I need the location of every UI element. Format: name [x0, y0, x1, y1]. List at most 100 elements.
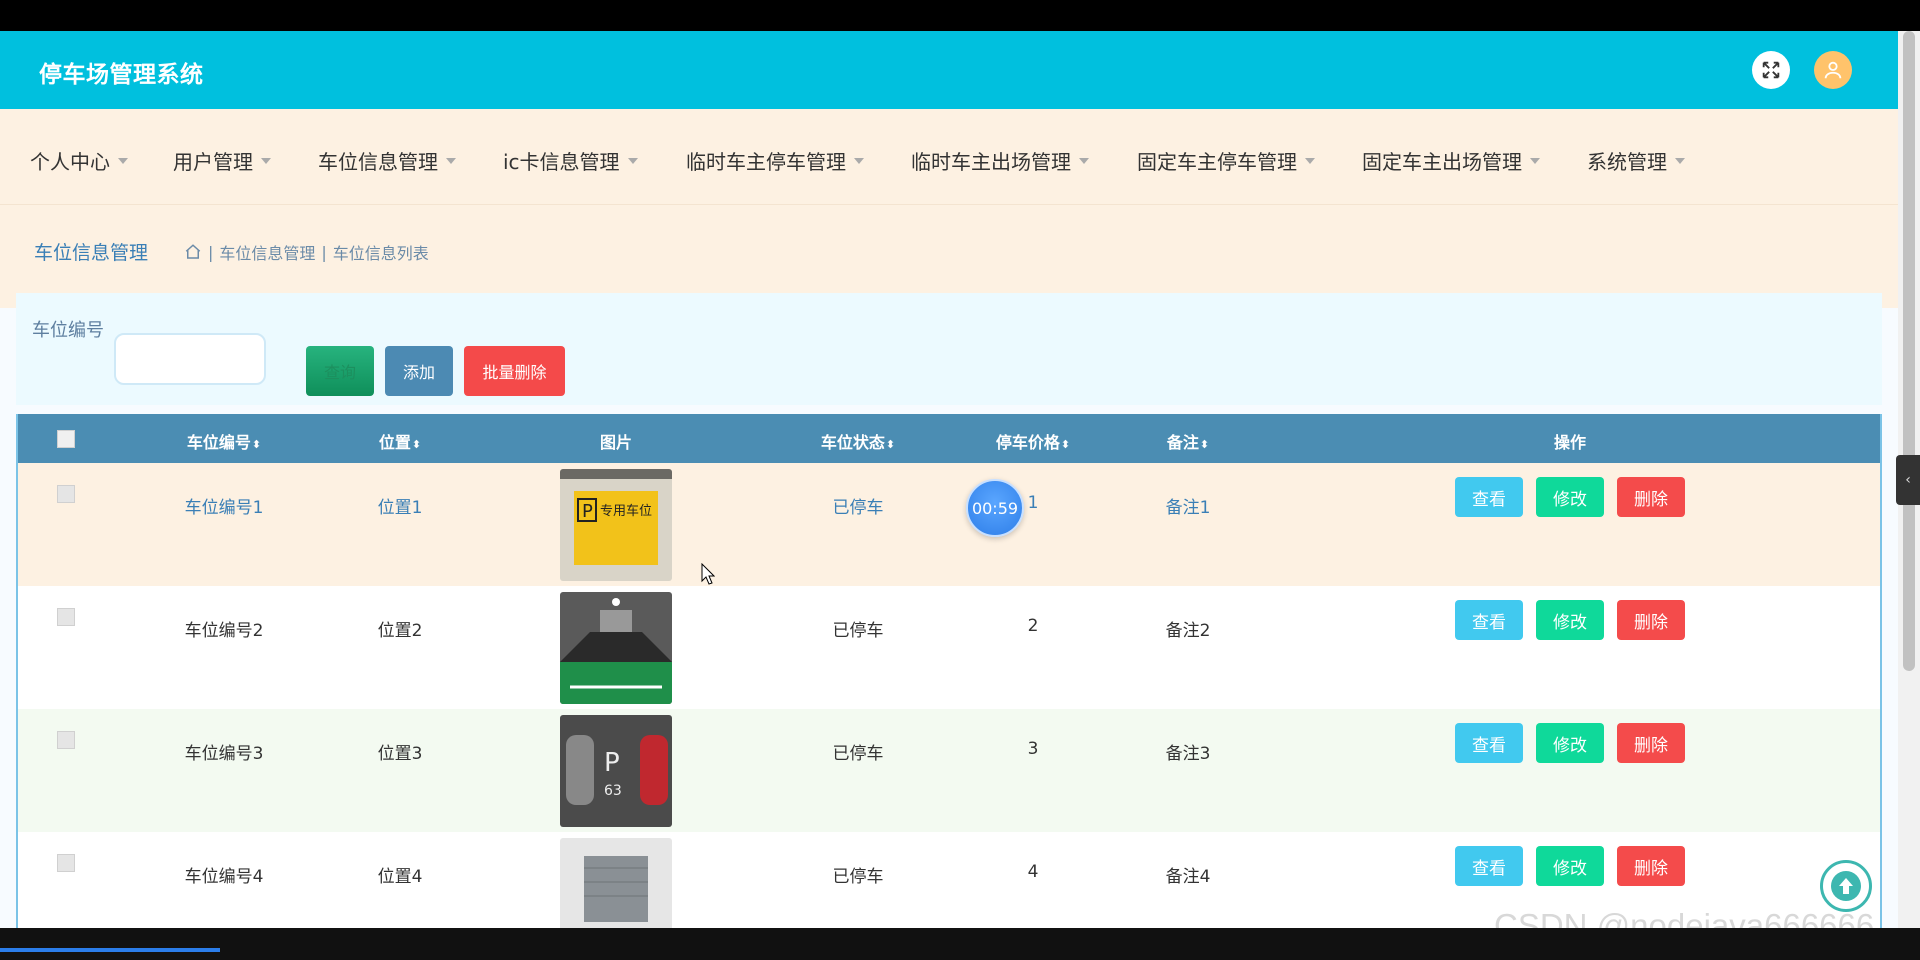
cell-note: 备注3	[1165, 744, 1211, 764]
cell-code: 车位编号2	[184, 621, 264, 641]
mouse-cursor-icon	[701, 563, 715, 585]
cell-image[interactable]	[560, 592, 672, 704]
fullscreen-button[interactable]	[1752, 51, 1790, 89]
delete-button[interactable]: 删除	[1617, 846, 1685, 886]
delete-button[interactable]: 删除	[1617, 600, 1685, 640]
nav-item-label: 车位信息管理	[318, 150, 438, 174]
nav-item-label: 临时车主出场管理	[911, 150, 1071, 174]
nav-item-3[interactable]: ic卡信息管理	[503, 146, 638, 175]
row-checkbox[interactable]	[57, 608, 75, 626]
svg-text:63: 63	[604, 783, 622, 799]
nav-item-label: 系统管理	[1587, 150, 1667, 174]
table-row: 车位编号2 位置2 已停车 2 备注2 查看 修改 删除	[18, 586, 1880, 709]
cell-status: 已停车	[832, 744, 884, 764]
nav-item-4[interactable]: 临时车主停车管理	[686, 146, 864, 175]
breadcrumb-separator: |	[321, 242, 327, 262]
page-title: 车位信息管理	[34, 242, 149, 264]
cell-note: 备注1	[1165, 498, 1211, 518]
cell-code: 车位编号3	[184, 744, 264, 764]
column-header-location[interactable]: 位置⬍	[379, 429, 421, 453]
column-header-note[interactable]: 备注⬍	[1167, 429, 1209, 453]
nav-item-8[interactable]: 系统管理	[1587, 146, 1685, 175]
nav-item-0[interactable]: 个人中心	[30, 146, 128, 175]
chevron-down-icon	[854, 157, 864, 164]
side-panel-toggle[interactable]: ‹	[1896, 455, 1920, 505]
nav-item-6[interactable]: 固定车主停车管理	[1137, 146, 1315, 175]
column-header-image: 图片	[599, 433, 633, 452]
cell-image[interactable]: P 63	[560, 715, 672, 827]
app-window: 停车场管理系统 个人中心 用户管理 车位信息管理 ic卡信息管理 临时车主停车管理 临时车…	[0, 31, 1898, 928]
bulk-delete-button[interactable]: 批量删除	[464, 346, 565, 396]
view-button[interactable]: 查看	[1455, 723, 1523, 763]
table-header: 车位编号⬍ 位置⬍ 图片 车位状态⬍ 停车价格⬍ 备注⬍ 操作	[18, 414, 1880, 463]
row-checkbox[interactable]	[57, 854, 75, 872]
cell-location: 位置4	[377, 867, 423, 887]
back-to-top-button[interactable]	[1820, 860, 1872, 912]
edit-button[interactable]: 修改	[1536, 846, 1604, 886]
user-avatar-button[interactable]	[1814, 51, 1852, 89]
view-button[interactable]: 查看	[1455, 846, 1523, 886]
chevron-down-icon	[1079, 157, 1089, 164]
top-header: 停车场管理系统	[0, 31, 1898, 109]
cell-note: 备注4	[1165, 867, 1211, 887]
cell-image[interactable]	[560, 838, 672, 928]
cell-status: 已停车	[832, 498, 884, 518]
chevron-down-icon	[261, 157, 271, 164]
delete-button[interactable]: 删除	[1617, 477, 1685, 517]
chevron-down-icon	[446, 157, 456, 164]
video-progress-bar[interactable]	[0, 928, 1920, 960]
data-table: 车位编号⬍ 位置⬍ 图片 车位状态⬍ 停车价格⬍ 备注⬍ 操作 车位编号1 位置1…	[16, 414, 1882, 928]
scrollbar-thumb[interactable]	[1903, 31, 1915, 671]
chevron-down-icon	[118, 157, 128, 164]
column-header-status[interactable]: 车位状态⬍	[821, 429, 895, 453]
query-button[interactable]: 查询	[306, 346, 374, 396]
column-header-code[interactable]: 车位编号⬍	[187, 429, 261, 453]
cell-location: 位置2	[377, 621, 423, 641]
chevron-down-icon	[1305, 157, 1315, 164]
row-checkbox[interactable]	[57, 731, 75, 749]
nav-item-label: 个人中心	[30, 150, 110, 174]
delete-button[interactable]: 删除	[1617, 723, 1685, 763]
breadcrumb-item-module[interactable]: 车位信息管理	[219, 240, 315, 264]
fullscreen-icon	[1762, 61, 1780, 79]
select-all-checkbox[interactable]	[57, 430, 75, 448]
table-row: 车位编号1 位置1 P 专用车位 已停车 1 备注1 查看 修改 删除	[18, 463, 1880, 586]
cell-status: 已停车	[832, 867, 884, 887]
nav-item-label: 临时车主停车管理	[686, 150, 846, 174]
edit-button[interactable]: 修改	[1536, 477, 1604, 517]
cell-image[interactable]: P 专用车位	[560, 469, 672, 581]
user-icon	[1824, 61, 1842, 79]
nav-item-label: ic卡信息管理	[503, 150, 620, 174]
nav-item-label: 固定车主停车管理	[1137, 150, 1297, 174]
breadcrumb-item-list: 车位信息列表	[332, 244, 429, 263]
nav-item-5[interactable]: 临时车主出场管理	[911, 146, 1089, 175]
column-header-price[interactable]: 停车价格⬍	[996, 429, 1070, 453]
breadcrumb: | 车位信息管理 | 车位信息列表	[184, 240, 429, 264]
nav-item-label: 用户管理	[173, 150, 253, 174]
home-icon[interactable]	[184, 243, 202, 261]
system-title: 停车场管理系统	[39, 62, 204, 88]
cell-status: 已停车	[832, 621, 884, 641]
view-button[interactable]: 查看	[1455, 477, 1523, 517]
edit-button[interactable]: 修改	[1536, 723, 1604, 763]
view-button[interactable]: 查看	[1455, 600, 1523, 640]
nav-item-7[interactable]: 固定车主出场管理	[1362, 146, 1540, 175]
row-checkbox[interactable]	[57, 485, 75, 503]
nav-item-1[interactable]: 用户管理	[173, 146, 271, 175]
chevron-left-icon: ‹	[1905, 472, 1911, 488]
cell-price: 4	[1027, 862, 1039, 882]
cell-location: 位置1	[377, 498, 423, 518]
video-progress-fill	[0, 948, 220, 952]
add-button[interactable]: 添加	[385, 346, 453, 396]
edit-button[interactable]: 修改	[1536, 600, 1604, 640]
arrow-up-icon	[1831, 871, 1861, 901]
table-row: 车位编号3 位置3 P 63 已停车 3 备注3 查看 修改 删除	[18, 709, 1880, 832]
cell-location: 位置3	[377, 744, 423, 764]
search-input[interactable]	[114, 333, 266, 385]
svg-text:P: P	[604, 748, 620, 778]
svg-text:P: P	[582, 501, 593, 522]
sort-icon: ⬍	[411, 438, 422, 451]
cell-price: 1	[1027, 493, 1039, 513]
search-label: 车位编号	[32, 320, 104, 341]
nav-item-2[interactable]: 车位信息管理	[318, 146, 456, 175]
